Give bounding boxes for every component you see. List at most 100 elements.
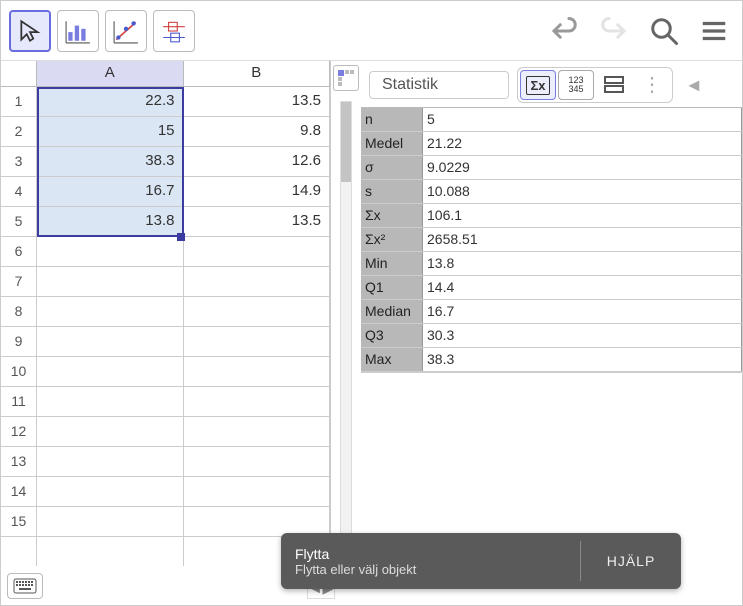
cell-B1[interactable]: 13.5	[184, 87, 331, 117]
cell-A3[interactable]: 38.3	[37, 147, 184, 177]
search-button[interactable]	[644, 11, 684, 51]
cell-A11[interactable]	[37, 387, 184, 417]
stat-label: σ	[361, 156, 423, 179]
stat-row: n5	[361, 108, 742, 132]
undo-button[interactable]	[544, 11, 584, 51]
table-row: 11	[1, 387, 330, 417]
cell-A14[interactable]	[37, 477, 184, 507]
cell-B5[interactable]: 13.5	[184, 207, 331, 237]
stat-label: Median	[361, 300, 423, 323]
col-header-B[interactable]: B	[184, 61, 331, 87]
bar-chart-tool-button[interactable]	[57, 10, 99, 52]
cell-B10[interactable]	[184, 357, 331, 387]
cell-B6[interactable]	[184, 237, 331, 267]
row-number[interactable]: 1	[1, 87, 37, 117]
corner-cell[interactable]	[1, 61, 37, 87]
row-number[interactable]: 6	[1, 237, 37, 267]
cell-B13[interactable]	[184, 447, 331, 477]
cell-B9[interactable]	[184, 327, 331, 357]
tooltip-title: Flytta	[295, 546, 566, 562]
stat-value: 2658.51	[423, 228, 742, 251]
menu-button[interactable]	[694, 11, 734, 51]
table-row: 7	[1, 267, 330, 297]
cell-A6[interactable]	[37, 237, 184, 267]
main-toolbar	[1, 1, 742, 61]
cell-A5[interactable]: 13.8	[37, 207, 184, 237]
move-tool-button[interactable]	[9, 10, 51, 52]
stat-label: Min	[361, 252, 423, 275]
row-number[interactable]: 14	[1, 477, 37, 507]
cell-B11[interactable]	[184, 387, 331, 417]
cell-A12[interactable]	[37, 417, 184, 447]
cell-B7[interactable]	[184, 267, 331, 297]
stat-value: 10.088	[423, 180, 742, 203]
cell-A8[interactable]	[37, 297, 184, 327]
stat-label: Σx	[361, 204, 423, 227]
stat-row: Medel21.22	[361, 132, 742, 156]
row-number[interactable]: 13	[1, 447, 37, 477]
stat-label: n	[361, 108, 423, 131]
row-number[interactable]: 3	[1, 147, 37, 177]
cell-B12[interactable]	[184, 417, 331, 447]
sheet-side-tools	[331, 61, 361, 566]
boxplot-tool-button[interactable]	[153, 10, 195, 52]
row-number[interactable]: 5	[1, 207, 37, 237]
cell-B2[interactable]: 9.8	[184, 117, 331, 147]
keyboard-button[interactable]	[7, 573, 43, 599]
statistics-panel: Statistik Σx 123345 ⋮ ◄ n5Medel21.22σ9.0…	[361, 61, 742, 566]
row-number[interactable]	[1, 537, 37, 566]
pivot-icon[interactable]	[333, 65, 359, 91]
cell-A7[interactable]	[37, 267, 184, 297]
stat-label: s	[361, 180, 423, 203]
row-number[interactable]: 12	[1, 417, 37, 447]
cell-A10[interactable]	[37, 357, 184, 387]
table-row: 338.312.6	[1, 147, 330, 177]
collapse-panel-button[interactable]: ◄	[685, 75, 705, 96]
stat-value: 14.4	[423, 276, 742, 299]
row-number[interactable]: 9	[1, 327, 37, 357]
cell-A13[interactable]	[37, 447, 184, 477]
stat-label: Q1	[361, 276, 423, 299]
stat-row: Max38.3	[361, 348, 742, 372]
stat-row: Q330.3	[361, 324, 742, 348]
cell-A16[interactable]	[37, 537, 184, 566]
cell-A1[interactable]: 22.3	[37, 87, 184, 117]
stat-value: 30.3	[423, 324, 742, 347]
panel-title: Statistik	[369, 71, 509, 99]
row-number[interactable]: 7	[1, 267, 37, 297]
cell-B4[interactable]: 14.9	[184, 177, 331, 207]
cell-A2[interactable]: 15	[37, 117, 184, 147]
row-number[interactable]: 15	[1, 507, 37, 537]
layout-button[interactable]	[596, 70, 632, 100]
selection-handle[interactable]	[177, 233, 185, 241]
cell-B8[interactable]	[184, 297, 331, 327]
stat-row: Σx²2658.51	[361, 228, 742, 252]
stat-row: σ9.0229	[361, 156, 742, 180]
col-header-A[interactable]: A	[37, 61, 184, 87]
cell-A9[interactable]	[37, 327, 184, 357]
row-number[interactable]: 11	[1, 387, 37, 417]
row-number[interactable]: 2	[1, 117, 37, 147]
stats-table: n5Medel21.22σ9.0229s10.088Σx106.1Σx²2658…	[361, 107, 742, 372]
table-row: 15	[1, 507, 330, 537]
table-row: 8	[1, 297, 330, 327]
sigma-button[interactable]: Σx	[520, 70, 556, 100]
row-number[interactable]: 4	[1, 177, 37, 207]
cell-B3[interactable]: 12.6	[184, 147, 331, 177]
redo-button[interactable]	[594, 11, 634, 51]
table-row: 416.714.9	[1, 177, 330, 207]
cell-A4[interactable]: 16.7	[37, 177, 184, 207]
row-number[interactable]: 8	[1, 297, 37, 327]
scatter-tool-button[interactable]	[105, 10, 147, 52]
sheet-body[interactable]: 122.313.52159.8338.312.6416.714.9513.813…	[1, 87, 330, 566]
toolbar-right-group	[544, 11, 734, 51]
row-number[interactable]: 10	[1, 357, 37, 387]
cell-A15[interactable]	[37, 507, 184, 537]
more-button[interactable]: ⋮	[634, 70, 670, 100]
cell-B14[interactable]	[184, 477, 331, 507]
stat-row: Q114.4	[361, 276, 742, 300]
vertical-scrollbar[interactable]	[340, 101, 352, 566]
numeric-button[interactable]: 123345	[558, 70, 594, 100]
table-row: 122.313.5	[1, 87, 330, 117]
help-button[interactable]: HJÄLP	[581, 553, 681, 569]
